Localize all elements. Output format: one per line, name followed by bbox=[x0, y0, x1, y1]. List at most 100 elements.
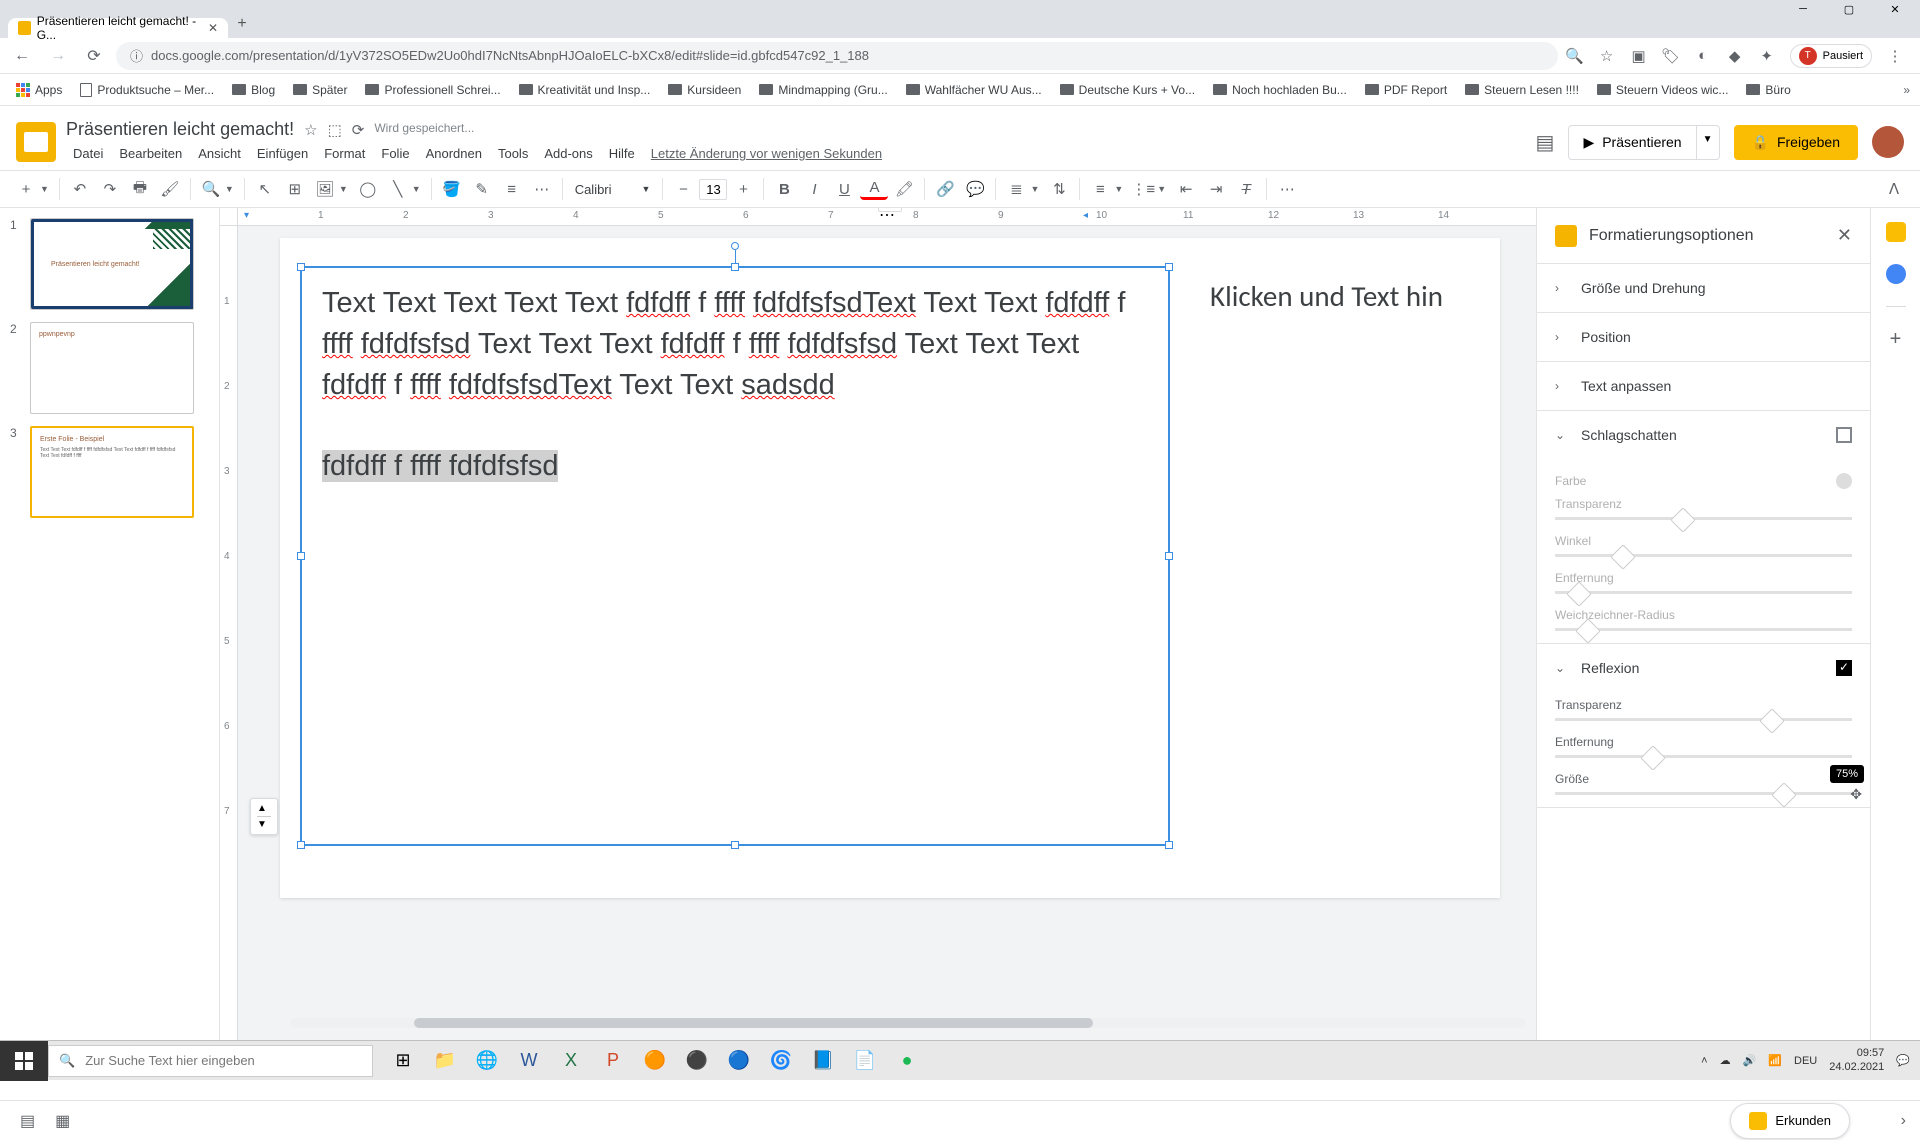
star-icon[interactable]: ☆ bbox=[304, 121, 317, 139]
fontsize-decrease-button[interactable]: − bbox=[669, 175, 697, 203]
fontsize-increase-button[interactable]: + bbox=[729, 175, 757, 203]
select-tool-button[interactable]: ↖ bbox=[251, 175, 279, 203]
bookmark-star-icon[interactable]: ☆ bbox=[1598, 47, 1616, 65]
bookmark-item[interactable]: Blog bbox=[226, 79, 281, 101]
more-tools-button[interactable]: ⋯ bbox=[1273, 175, 1301, 203]
window-maximize-button[interactable]: ▢ bbox=[1826, 0, 1872, 18]
border-color-button[interactable]: ✎ bbox=[468, 175, 496, 203]
wifi-icon[interactable]: 📶 bbox=[1768, 1054, 1782, 1067]
window-minimize-button[interactable]: ─ bbox=[1780, 0, 1826, 18]
menu-slide[interactable]: Folie bbox=[374, 142, 416, 165]
start-button[interactable] bbox=[0, 1041, 48, 1081]
onedrive-icon[interactable]: ☁ bbox=[1720, 1054, 1731, 1067]
document-title[interactable]: Präsentieren leicht gemacht! bbox=[66, 119, 294, 140]
font-selector[interactable]: Calibri▼ bbox=[569, 182, 657, 197]
bookmark-item[interactable]: Deutsche Kurs + Vo... bbox=[1054, 79, 1201, 101]
grid-view-button[interactable]: ▦ bbox=[55, 1111, 70, 1131]
excel-icon[interactable]: X bbox=[551, 1041, 591, 1081]
app2-icon[interactable]: 📘 bbox=[803, 1041, 843, 1081]
shadow-transparency-slider[interactable] bbox=[1555, 517, 1852, 520]
taskbar-search[interactable]: 🔍 Zur Suche Text hier eingeben bbox=[48, 1045, 373, 1077]
reflection-size-slider[interactable] bbox=[1555, 792, 1852, 795]
add-addon-button[interactable]: + bbox=[1886, 329, 1906, 349]
fill-color-button[interactable]: 🪣 bbox=[438, 175, 466, 203]
align-button[interactable]: ≣ bbox=[1002, 175, 1030, 203]
explorer-icon[interactable]: 📁 bbox=[425, 1041, 465, 1081]
bookmark-item[interactable]: Kursideen bbox=[662, 79, 747, 101]
account-avatar[interactable] bbox=[1872, 126, 1904, 158]
word-icon[interactable]: W bbox=[509, 1041, 549, 1081]
redo-button[interactable]: ↷ bbox=[96, 175, 124, 203]
resize-handle[interactable] bbox=[731, 841, 739, 849]
extension-badge-icon[interactable]: 🏷 bbox=[1662, 47, 1680, 65]
present-dropdown-button[interactable]: ▼ bbox=[1697, 125, 1720, 160]
comment-button[interactable]: 💬 bbox=[961, 175, 989, 203]
bold-button[interactable]: B bbox=[770, 175, 798, 203]
edge-icon[interactable]: 🌐 bbox=[467, 1041, 507, 1081]
new-tab-button[interactable]: + bbox=[228, 10, 256, 38]
notes-resize-grip[interactable]: ⋯ bbox=[878, 208, 902, 212]
nav-forward-button[interactable]: → bbox=[44, 42, 72, 70]
bookmark-item[interactable]: Kreativität und Insp... bbox=[513, 79, 657, 101]
reader-icon[interactable]: ▣ bbox=[1630, 47, 1648, 65]
incognito-icon[interactable]: ◐ bbox=[1694, 47, 1712, 65]
share-button[interactable]: 🔒 Freigeben bbox=[1734, 125, 1858, 160]
bookmark-item[interactable]: Steuern Videos wic... bbox=[1591, 79, 1735, 101]
collapse-toolbar-button[interactable]: ᐱ bbox=[1880, 175, 1908, 203]
resize-handle[interactable] bbox=[731, 263, 739, 271]
slide-canvas[interactable]: Text Text Text Text Text fdfdff f ffff f… bbox=[280, 238, 1500, 898]
apps-button[interactable]: Apps bbox=[10, 79, 68, 101]
rotate-handle[interactable] bbox=[731, 242, 739, 250]
present-button[interactable]: ▶ Präsentieren bbox=[1568, 125, 1696, 160]
chrome-icon[interactable]: 🔵 bbox=[719, 1041, 759, 1081]
canvas-floating-control[interactable]: ▲▼ bbox=[250, 798, 278, 835]
numbered-list-button[interactable]: ≡ bbox=[1086, 175, 1114, 203]
bookmark-item[interactable]: Mindmapping (Gru... bbox=[753, 79, 893, 101]
filmstrip-view-button[interactable]: ▤ bbox=[20, 1111, 35, 1131]
notepad-icon[interactable]: 📄 bbox=[845, 1041, 885, 1081]
menu-tools[interactable]: Tools bbox=[491, 142, 535, 165]
bookmark-item[interactable]: Noch hochladen Bu... bbox=[1207, 79, 1353, 101]
resize-handle[interactable] bbox=[1165, 263, 1173, 271]
url-field[interactable]: ⓘ docs.google.com/presentation/d/1yV372S… bbox=[116, 42, 1558, 70]
tray-overflow-icon[interactable]: ˄ bbox=[1701, 1055, 1707, 1067]
nav-back-button[interactable]: ← bbox=[8, 42, 36, 70]
zoom-button[interactable]: 🔍 bbox=[197, 175, 225, 203]
resize-handle[interactable] bbox=[297, 263, 305, 271]
print-button[interactable]: 🖶 bbox=[126, 175, 154, 203]
fontsize-input[interactable] bbox=[699, 179, 727, 200]
resize-handle[interactable] bbox=[1165, 841, 1173, 849]
app-icon[interactable]: 🟠 bbox=[635, 1041, 675, 1081]
last-edit-link[interactable]: Letzte Änderung vor wenigen Sekunden bbox=[644, 142, 889, 165]
move-icon[interactable]: ⬚ bbox=[328, 121, 342, 139]
menu-file[interactable]: Datei bbox=[66, 142, 110, 165]
nav-reload-button[interactable]: ⟳ bbox=[80, 42, 108, 70]
text-color-button[interactable]: A bbox=[860, 178, 888, 200]
bookmarks-overflow-icon[interactable]: » bbox=[1903, 83, 1910, 97]
menu-addons[interactable]: Add-ons bbox=[537, 142, 599, 165]
indent-decrease-button[interactable]: ⇤ bbox=[1172, 175, 1200, 203]
reflection-checkbox[interactable] bbox=[1836, 660, 1852, 676]
textbox-button[interactable]: ⊞ bbox=[281, 175, 309, 203]
italic-button[interactable]: I bbox=[800, 175, 828, 203]
resize-handle[interactable] bbox=[297, 552, 305, 560]
notifications-icon[interactable]: 💬 bbox=[1896, 1054, 1910, 1067]
language-indicator[interactable]: DEU bbox=[1794, 1055, 1817, 1067]
paint-format-button[interactable]: 🖌 bbox=[156, 175, 184, 203]
reflection-transparency-slider[interactable] bbox=[1555, 718, 1852, 721]
section-position[interactable]: ›Position bbox=[1537, 313, 1870, 361]
line-spacing-button[interactable]: ⇅ bbox=[1045, 175, 1073, 203]
menu-insert[interactable]: Einfügen bbox=[250, 142, 315, 165]
menu-edit[interactable]: Bearbeiten bbox=[112, 142, 189, 165]
site-info-icon[interactable]: ⓘ bbox=[130, 46, 143, 65]
volume-icon[interactable]: 🔊 bbox=[1743, 1054, 1757, 1067]
shadow-checkbox[interactable] bbox=[1836, 427, 1852, 443]
explore-button[interactable]: Erkunden bbox=[1730, 1103, 1850, 1139]
tasks-icon[interactable] bbox=[1886, 264, 1906, 284]
menu-view[interactable]: Ansicht bbox=[191, 142, 248, 165]
slide-thumbnail-2[interactable]: ppwnpevnp bbox=[30, 322, 194, 414]
resize-handle[interactable] bbox=[297, 841, 305, 849]
new-slide-dropdown[interactable]: ▼ bbox=[40, 184, 49, 194]
profile-paused-chip[interactable]: T Pausiert bbox=[1790, 44, 1872, 68]
shadow-blur-slider[interactable] bbox=[1555, 628, 1852, 631]
